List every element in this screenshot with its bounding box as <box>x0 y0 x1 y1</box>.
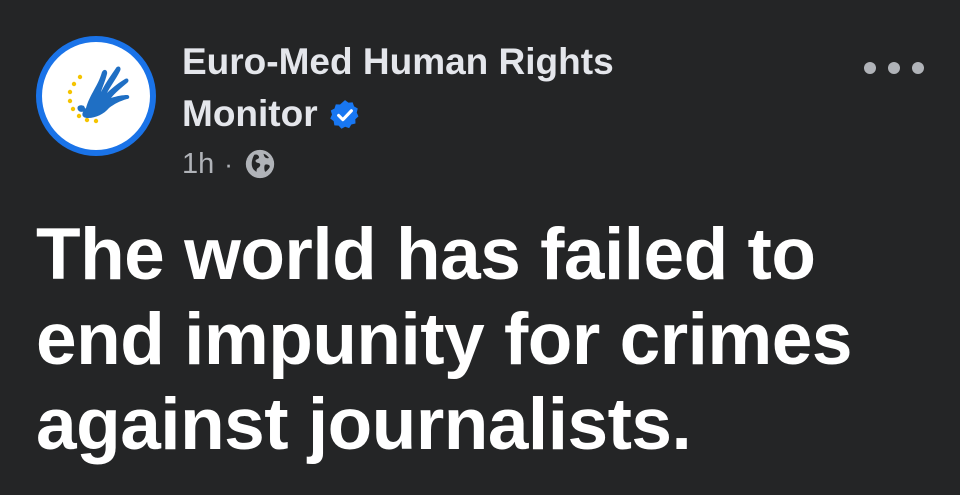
author-name[interactable]: Euro-Med Human Rights Monitor <box>182 36 742 140</box>
post-timestamp[interactable]: 1h <box>182 148 214 181</box>
post-meta: 1h · <box>182 144 277 184</box>
meta-separator: · <box>224 148 233 179</box>
more-dot <box>912 62 924 74</box>
author-name-text[interactable]: Euro-Med Human Rights Monitor <box>182 41 614 134</box>
post-card: Euro-Med Human Rights Monitor 1h · The w… <box>0 0 960 495</box>
euro-med-logo-icon <box>42 42 150 150</box>
more-dot <box>864 62 876 74</box>
avatar[interactable] <box>36 36 156 156</box>
more-dot <box>888 62 900 74</box>
more-options-icon[interactable] <box>864 48 924 88</box>
verified-badge-icon <box>329 100 359 129</box>
post-text: The world has failed to end impunity for… <box>36 214 853 465</box>
globe-icon[interactable] <box>243 147 277 181</box>
